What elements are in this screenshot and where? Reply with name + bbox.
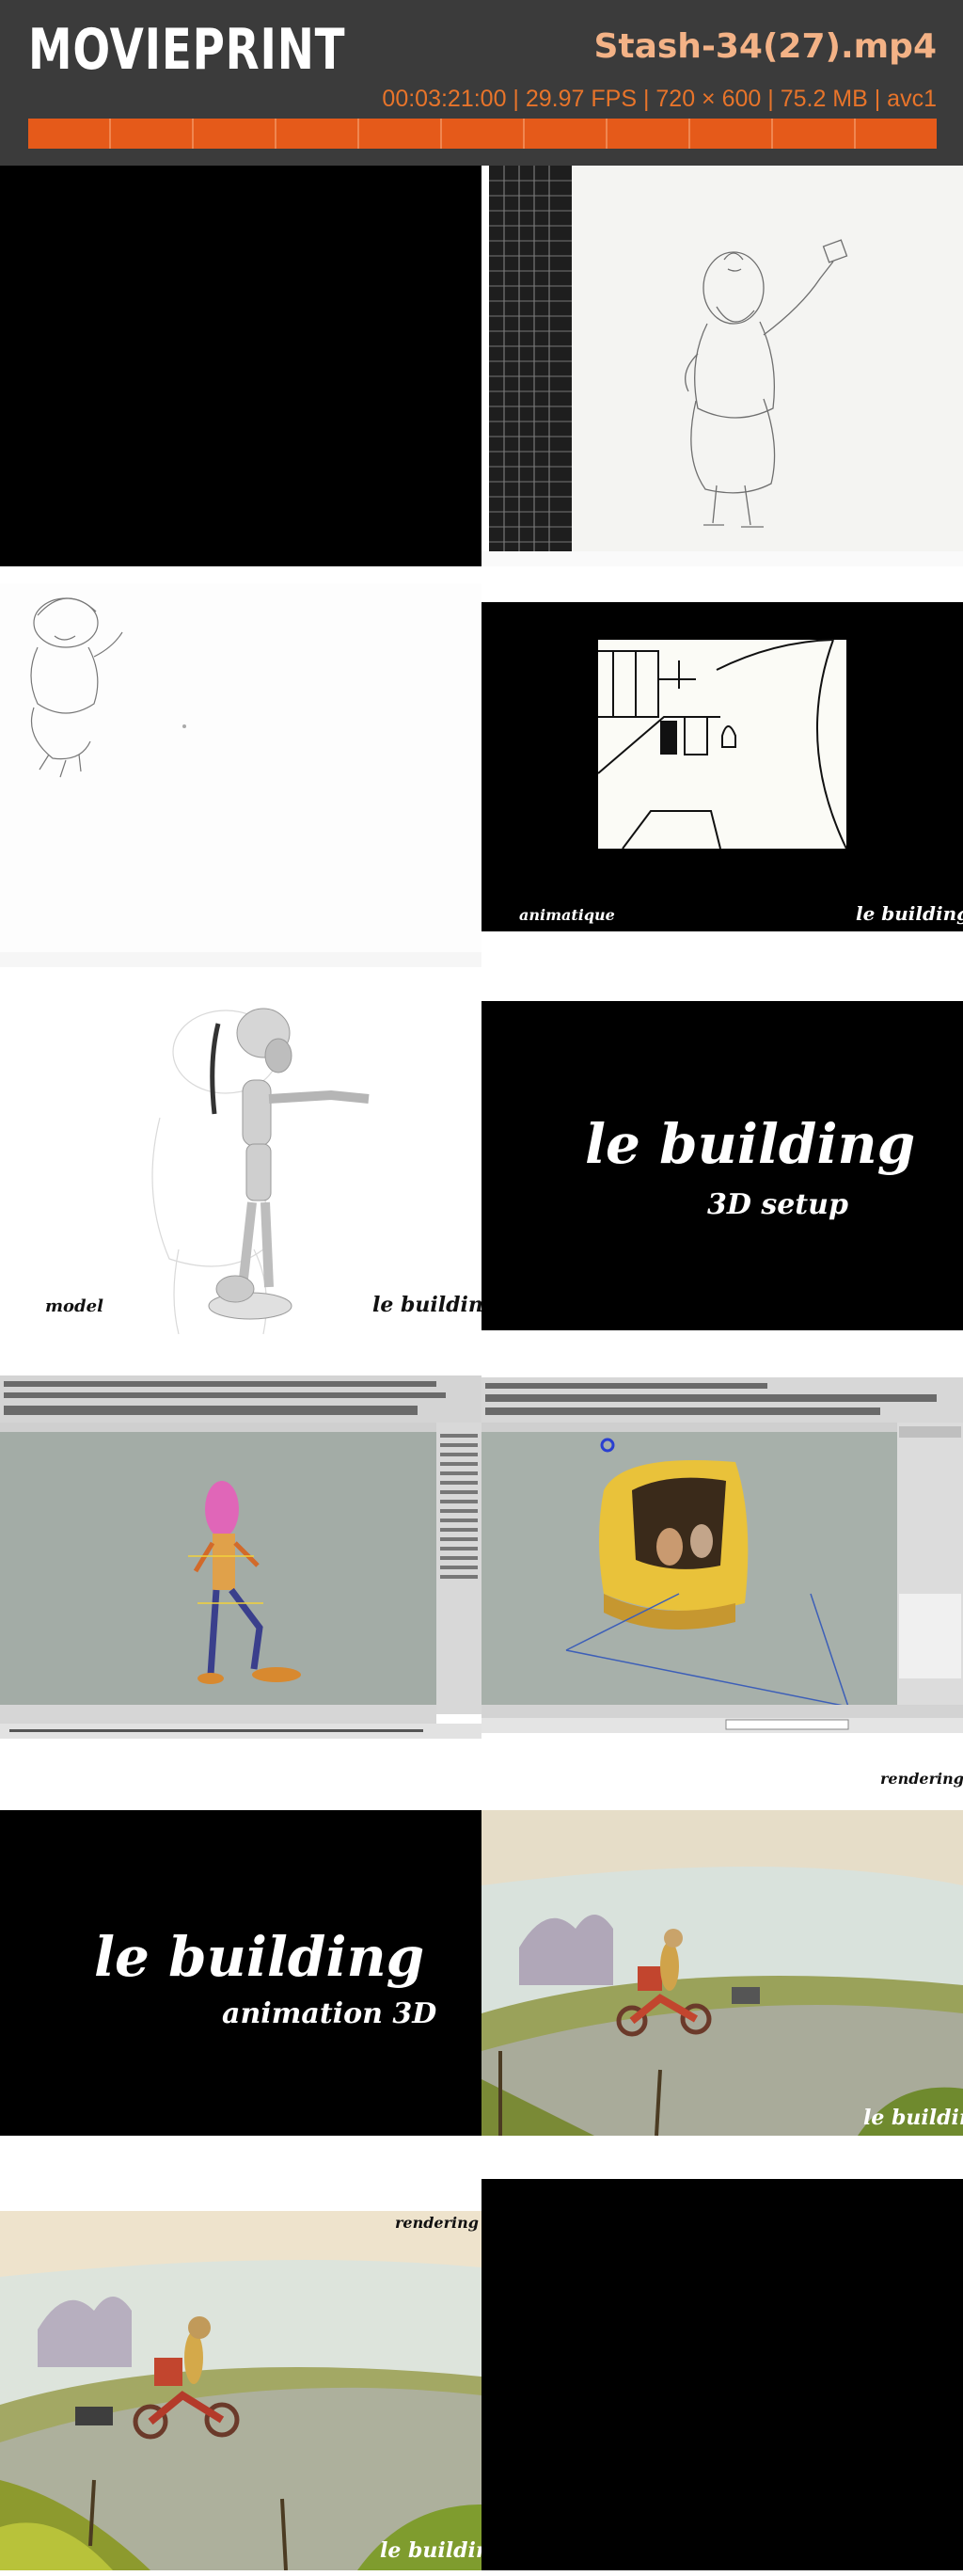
timeline-segment[interactable]: [773, 119, 856, 149]
thumbnail-frame-3[interactable]: [0, 566, 482, 967]
file-metadata: 00:03:21:00 | 29.97 FPS | 720 × 600 | 75…: [382, 86, 937, 112]
frame-4-caption-left: animatique: [519, 906, 615, 924]
frame-10-caption-bottom: le building: [863, 2106, 963, 2130]
frame-9-title: le building: [94, 1925, 424, 1989]
frame-11-caption-top: rendering: [395, 2214, 479, 2232]
timeline-segment[interactable]: [276, 119, 359, 149]
frame-6-subtitle: 3D setup: [707, 1188, 848, 1221]
timeline-segment[interactable]: [194, 119, 276, 149]
thumbnail-frame-12[interactable]: [482, 2170, 963, 2570]
thumbnail-frame-9[interactable]: le building animation 3D: [0, 1769, 482, 2170]
app-logo: MOVIEPRINT: [28, 17, 346, 83]
timeline-segment[interactable]: [359, 119, 442, 149]
frame-4-caption-right: le building: [856, 902, 963, 925]
timeline-segment[interactable]: [608, 119, 690, 149]
timeline-segment[interactable]: [442, 119, 525, 149]
frame-6-title: le building: [585, 1112, 915, 1176]
timeline-segment[interactable]: [525, 119, 608, 149]
header: MOVIEPRINT Stash-34(27).mp4 00:03:21:00 …: [0, 0, 963, 166]
frame-5-caption-right: le building: [372, 1293, 482, 1317]
thumbnail-frame-8[interactable]: [482, 1368, 963, 1769]
frame-9-subtitle: animation 3D: [222, 1997, 436, 2030]
timeline-segment[interactable]: [856, 119, 937, 149]
thumbnail-frame-6[interactable]: le building 3D setup: [482, 967, 963, 1368]
thumbnail-grid: animatique le building model le buildi l…: [0, 166, 963, 2576]
thumbnail-frame-5[interactable]: model le building: [0, 967, 482, 1368]
thumbnail-frame-2[interactable]: [482, 166, 963, 566]
thumbnail-frame-7[interactable]: [0, 1368, 482, 1769]
thumbnail-frame-10[interactable]: rendering le building: [482, 1769, 963, 2170]
thumbnail-frame-11[interactable]: rendering le building: [0, 2170, 482, 2570]
timeline-segment[interactable]: [690, 119, 773, 149]
timeline-bar[interactable]: [28, 119, 937, 149]
timeline-segment[interactable]: [28, 119, 111, 149]
frame-10-caption-top: rendering: [880, 1770, 963, 1788]
thumbnail-frame-1[interactable]: [0, 166, 482, 566]
frame-5-caption-left: model: [45, 1296, 103, 1316]
thumbnail-frame-4[interactable]: animatique le building: [482, 566, 963, 967]
frame-11-caption-bottom: le building: [380, 2538, 482, 2563]
file-name: Stash-34(27).mp4: [593, 27, 937, 66]
timeline-segment[interactable]: [111, 119, 194, 149]
